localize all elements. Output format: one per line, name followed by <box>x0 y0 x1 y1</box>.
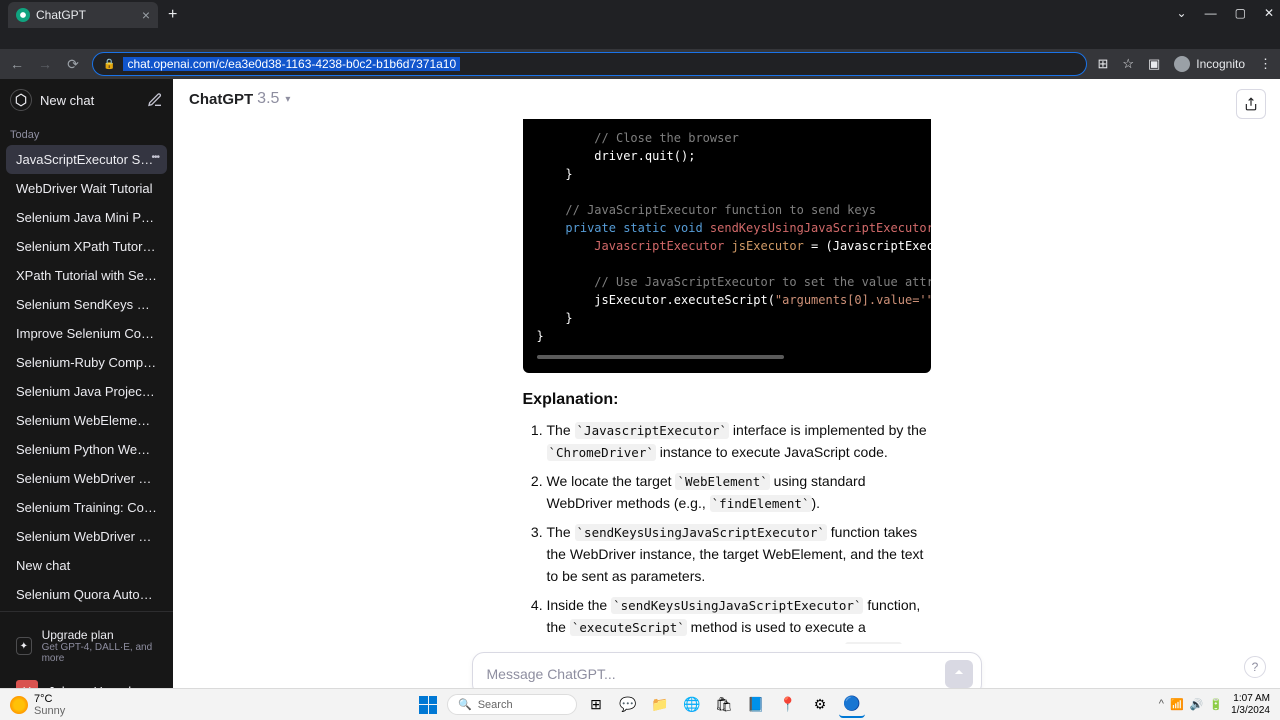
chat-history-item[interactable]: Selenium Java Project Tutorial <box>6 377 167 406</box>
explanation-item: The JavascriptExecutor interface is impl… <box>547 419 931 464</box>
weather-widget[interactable]: 7°C Sunny <box>10 693 65 717</box>
openai-logo-icon <box>10 89 32 111</box>
help-button[interactable]: ? <box>1244 656 1266 678</box>
explanation-item: The sendKeysUsingJavaScriptExecutor func… <box>547 521 931 588</box>
chat-history-item[interactable]: Selenium WebElement Tutorial <box>6 406 167 435</box>
menu-icon[interactable]: ⋮ <box>1259 56 1272 72</box>
battery-icon[interactable]: 🔋 <box>1209 698 1223 711</box>
maps-icon[interactable]: 📍 <box>775 692 801 718</box>
code-block: // Close the browser driver.quit(); } //… <box>523 119 931 373</box>
chatgpt-favicon <box>16 8 30 22</box>
search-icon: 🔍 <box>458 698 472 711</box>
tab-title: ChatGPT <box>36 8 86 22</box>
compose-icon[interactable] <box>147 92 163 108</box>
chat-history-item[interactable]: Selenium SendKeys Delay Tutorial <box>6 290 167 319</box>
chat-history-item[interactable]: Selenium Python Web Testing <box>6 435 167 464</box>
chat-history-item[interactable]: XPath Tutorial with Selenium <box>6 261 167 290</box>
sidebar: New chat Today JavaScriptExecutor SendKe… <box>0 79 173 718</box>
browser-tab[interactable]: ChatGPT × <box>8 2 158 28</box>
edge-icon[interactable]: 🌐 <box>679 692 705 718</box>
chat-history-item[interactable]: New chat <box>6 551 167 580</box>
new-chat-button[interactable]: New chat <box>0 79 173 121</box>
wifi-icon[interactable]: 📶 <box>1170 698 1184 711</box>
tab-close-icon[interactable]: × <box>142 7 150 23</box>
chrome-icon[interactable]: 🔵 <box>839 692 865 718</box>
incognito-badge[interactable]: Incognito <box>1174 56 1245 72</box>
upgrade-title: Upgrade plan <box>42 628 157 642</box>
chat-history-item[interactable]: Selenium XPath Tutorial: Examples <box>6 232 167 261</box>
window-controls: ⌄ — ▢ ✕ <box>1177 6 1274 20</box>
lock-icon: 🔒 <box>103 59 115 70</box>
weather-condition: Sunny <box>34 705 65 717</box>
task-view-icon[interactable]: ⊞ <box>583 692 609 718</box>
taskbar-search[interactable]: 🔍 Search <box>447 694 577 715</box>
chevron-down-icon: ▾ <box>285 94 290 105</box>
taskbar: 7°C Sunny 🔍 Search ⊞ 💬 📁 🌐 🛍 📘 📍 ⚙ 🔵 ^ 📶… <box>0 688 1280 720</box>
upgrade-subtitle: Get GPT-4, DALL·E, and more <box>42 642 157 664</box>
close-window-icon[interactable]: ✕ <box>1264 6 1274 20</box>
chat-history-item[interactable]: WebDriver Wait Tutorial <box>6 174 167 203</box>
minimize-icon[interactable]: — <box>1205 6 1217 20</box>
settings-icon[interactable]: ⚙ <box>807 692 833 718</box>
clock[interactable]: 1:07 AM 1/3/2024 <box>1231 693 1270 717</box>
maximize-icon[interactable]: ▢ <box>1235 6 1246 20</box>
chat-history-item[interactable]: Selenium Java Mini Project <box>6 203 167 232</box>
upgrade-plan-button[interactable]: ✦ Upgrade plan Get GPT-4, DALL·E, and mo… <box>8 620 165 672</box>
new-tab-button[interactable]: + <box>158 6 187 28</box>
chat-history-item[interactable]: Selenium Training Plan <box>6 609 167 611</box>
forward-button: → <box>36 56 54 72</box>
bookmark-icon[interactable]: ☆ <box>1122 56 1134 72</box>
explanation-heading: Explanation: <box>523 391 931 409</box>
code-horizontal-scrollbar[interactable] <box>537 355 784 359</box>
send-button[interactable] <box>945 660 973 688</box>
chat-history-item[interactable]: Improve Selenium Code Tutorial <box>6 319 167 348</box>
sparkle-icon: ✦ <box>16 637 32 655</box>
chat-history-list: JavaScriptExecutor SendKeysWebDriver Wai… <box>0 145 173 611</box>
explanation-list: The JavascriptExecutor interface is impl… <box>523 419 931 644</box>
extensions-icon[interactable]: ▣ <box>1148 56 1160 72</box>
main-content: ChatGPT 3.5 ▾ // Close the browser drive… <box>173 79 1280 718</box>
new-chat-label: New chat <box>40 93 139 108</box>
chat-history-item[interactable]: Selenium-Ruby Compatibility & O <box>6 348 167 377</box>
model-version: 3.5 <box>257 90 279 108</box>
sidebar-heading: Today <box>0 121 173 145</box>
volume-icon[interactable]: 🔊 <box>1190 698 1204 711</box>
translate-icon[interactable]: ⊞ <box>1097 56 1108 72</box>
system-tray[interactable]: ^ 📶 🔊 🔋 <box>1159 698 1223 711</box>
model-selector[interactable]: ChatGPT 3.5 ▾ <box>173 79 1280 119</box>
url-text: chat.openai.com/c/ea3e0d38-1163-4238-b0c… <box>123 57 460 71</box>
chevron-down-icon[interactable]: ⌄ <box>1177 6 1187 20</box>
message-input[interactable] <box>487 666 945 682</box>
file-explorer-icon[interactable]: 📁 <box>647 692 673 718</box>
chat-history-item[interactable]: Selenium Training: Code Examples <box>6 493 167 522</box>
back-button[interactable]: ← <box>8 56 26 72</box>
model-name: ChatGPT <box>189 91 253 108</box>
incognito-icon <box>1174 56 1190 72</box>
chat-history-item[interactable]: Selenium Quora Automation Tuto <box>6 580 167 609</box>
chat-history-item[interactable]: JavaScriptExecutor SendKeys <box>6 145 167 174</box>
chat-history-item[interactable]: Selenium WebDriver Tutorial: Pyth <box>6 464 167 493</box>
explanation-item: We locate the target WebElement using st… <box>547 470 931 515</box>
start-button[interactable] <box>415 692 441 718</box>
explanation-item: Inside the sendKeysUsingJavaScriptExecut… <box>547 594 931 644</box>
chat-history-item[interactable]: Selenium WebDriver Tutorial <box>6 522 167 551</box>
address-bar: ← → ⟳ 🔒 chat.openai.com/c/ea3e0d38-1163-… <box>0 49 1280 79</box>
share-button[interactable] <box>1236 89 1266 119</box>
url-input[interactable]: 🔒 chat.openai.com/c/ea3e0d38-1163-4238-b… <box>92 52 1087 76</box>
word-icon[interactable]: 📘 <box>743 692 769 718</box>
browser-titlebar: ChatGPT × + ⌄ — ▢ ✕ <box>0 0 1280 49</box>
store-icon[interactable]: 🛍 <box>711 692 737 718</box>
tray-chevron-icon[interactable]: ^ <box>1159 698 1164 711</box>
temperature: 7°C <box>34 693 65 705</box>
sun-icon <box>10 696 28 714</box>
chat-app-icon[interactable]: 💬 <box>615 692 641 718</box>
reload-button[interactable]: ⟳ <box>64 56 82 73</box>
